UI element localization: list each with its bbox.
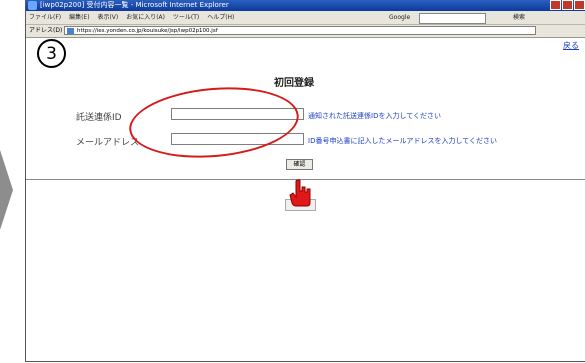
browser-window: [iwp02p200] 受付内容一覧 - Microsoft Internet … xyxy=(25,0,585,362)
menu-view[interactable]: 表示(V) xyxy=(97,14,118,21)
page-content: 3 戻る 初回登録 託送連係ID 通知された託送連係IDを入力してください メー… xyxy=(26,38,585,361)
menu-toolbar: ファイル(F) 編集(E) 表示(V) お気に入り(A) ツール(T) ヘルプ(… xyxy=(26,11,585,25)
back-link[interactable]: 戻る xyxy=(563,40,579,51)
menu-favorites[interactable]: お気に入り(A) xyxy=(126,14,165,21)
menu-tools[interactable]: ツール(T) xyxy=(173,14,199,21)
menu-help[interactable]: ヘルプ(H) xyxy=(207,14,234,21)
ie-logo-icon xyxy=(28,1,37,10)
title-bar: [iwp02p200] 受付内容一覧 - Microsoft Internet … xyxy=(26,0,585,11)
highlight-ellipse xyxy=(126,80,302,165)
email-label: メールアドレス xyxy=(76,138,140,148)
arrow-right-icon xyxy=(0,150,13,230)
search-button[interactable]: 検索 xyxy=(513,11,525,24)
relay-id-hint: 通知された託送連係IDを入力してください xyxy=(308,112,442,120)
address-input[interactable]: https://ies.yonden.co.jp/kouisuke/jsp/iw… xyxy=(64,26,536,35)
window-title: [iwp02p200] 受付内容一覧 - Microsoft Internet … xyxy=(40,1,229,9)
confirm-button[interactable]: 確認 xyxy=(286,159,313,170)
address-bar: アドレス(D) https://ies.yonden.co.jp/kouisuk… xyxy=(26,25,585,38)
relay-id-input[interactable] xyxy=(171,108,304,120)
page-icon xyxy=(67,28,74,34)
maximize-button[interactable] xyxy=(562,0,573,10)
google-label: Google xyxy=(389,14,411,21)
email-hint: ID番号申込書に記入したメールアドレスを入力してください xyxy=(308,137,498,145)
page-title: 初回登録 xyxy=(274,78,314,89)
minimize-button[interactable] xyxy=(550,0,561,10)
email-input[interactable] xyxy=(171,133,304,145)
menu-file[interactable]: ファイル(F) xyxy=(29,14,61,21)
close-button[interactable] xyxy=(574,0,585,10)
google-search-input[interactable] xyxy=(419,13,486,24)
address-url: https://ies.yonden.co.jp/kouisuke/jsp/iw… xyxy=(77,28,218,34)
address-label: アドレス(D) xyxy=(29,27,63,34)
hand-pointer-icon xyxy=(289,179,311,207)
relay-id-label: 託送連係ID xyxy=(76,113,122,123)
menu-edit[interactable]: 編集(E) xyxy=(69,14,89,21)
step-number-badge: 3 xyxy=(37,39,66,68)
